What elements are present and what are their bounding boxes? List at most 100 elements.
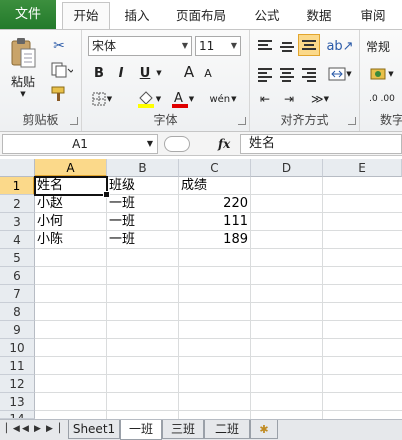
cell-c2[interactable]: 220	[179, 195, 250, 213]
next-sheet-icon[interactable]: ▶	[34, 424, 41, 434]
fill-bucket-icon	[137, 91, 154, 108]
splitter-handle[interactable]	[164, 136, 190, 152]
underline-dropdown[interactable]: ▼	[154, 66, 164, 80]
last-sheet-icon[interactable]: ▶▕	[46, 424, 60, 434]
cell-b4[interactable]: 一班	[107, 231, 178, 249]
tab-data[interactable]: 数据	[296, 3, 342, 29]
align-right-icon[interactable]	[302, 66, 316, 84]
orientation-button[interactable]: ab↗	[326, 36, 354, 56]
alignment-group: ab↗ ▼ ⇤ ⇥ ≫ ▼ 对齐方式	[250, 30, 360, 131]
sheet-tab-class-3[interactable]: 三班	[162, 420, 204, 439]
row-header-10[interactable]: 10	[0, 339, 35, 357]
cell-b1[interactable]: 班级	[107, 177, 178, 195]
format-painter-button[interactable]	[48, 84, 70, 104]
cell-a2[interactable]: 小赵	[35, 195, 106, 213]
row-header-8[interactable]: 8	[0, 303, 35, 321]
row-header-3[interactable]: 3	[0, 213, 35, 231]
grid-line	[322, 177, 323, 421]
wrap-text-icon: ≫	[311, 92, 324, 106]
decimal-button[interactable]: .0 .00	[364, 90, 400, 108]
row-header-12[interactable]: 12	[0, 375, 35, 393]
cell-c1[interactable]: 成绩	[179, 177, 250, 195]
fx-icon[interactable]: fx	[218, 135, 230, 154]
cell-a1[interactable]: 姓名	[35, 177, 106, 195]
select-all-corner[interactable]	[0, 159, 35, 177]
paste-label: 粘贴	[10, 74, 35, 89]
font-launcher-icon[interactable]	[238, 117, 246, 125]
align-bottom-icon	[302, 38, 316, 52]
ribbon: 粘贴 ▼ ✂ 剪贴板 宋体 ▼ 11 ▼ B I U ▼ A A ▼ ▼ A ▼…	[0, 29, 402, 132]
clipboard-launcher-icon[interactable]	[70, 117, 78, 125]
column-header-c[interactable]: C	[179, 159, 251, 177]
currency-button[interactable]: ▼	[366, 64, 398, 84]
column-header-a[interactable]: A	[35, 159, 107, 177]
chevron-down-icon: ▼	[20, 89, 26, 98]
number-format-select[interactable]: 常规	[366, 36, 402, 56]
tab-insert[interactable]: 插入	[114, 3, 160, 29]
shrink-font-button[interactable]: A	[200, 65, 216, 81]
bold-button[interactable]: B	[90, 64, 108, 82]
alignment-launcher-icon[interactable]	[348, 117, 356, 125]
prev-sheet-icon[interactable]: ◀	[22, 424, 29, 434]
border-button[interactable]: ▼	[90, 90, 114, 108]
align-top-icon[interactable]	[258, 38, 272, 52]
name-box[interactable]: A1 ▼	[2, 134, 158, 154]
grid-line	[35, 284, 402, 285]
font-size-select[interactable]: 11 ▼	[195, 36, 241, 56]
row-header-7[interactable]: 7	[0, 285, 35, 303]
tab-home[interactable]: 开始	[62, 2, 110, 30]
number-group-label: 数字	[380, 113, 402, 127]
tab-page-layout[interactable]: 页面布局	[168, 3, 234, 29]
phonetic-button[interactable]: wén ▼	[206, 88, 240, 110]
align-center-icon[interactable]	[280, 66, 294, 84]
row-header-13[interactable]: 13	[0, 393, 35, 411]
column-header-e[interactable]: E	[323, 159, 402, 177]
first-sheet-icon[interactable]: ▏◀	[6, 424, 20, 434]
format-painter-icon	[51, 86, 65, 101]
column-header-d[interactable]: D	[251, 159, 323, 177]
row-header-6[interactable]: 6	[0, 267, 35, 285]
align-bottom-button[interactable]	[298, 34, 320, 56]
decimal-icon: .0 .00	[369, 94, 395, 104]
italic-button[interactable]: I	[112, 64, 130, 82]
cell-b3[interactable]: 一班	[107, 213, 178, 231]
align-left-icon[interactable]	[258, 66, 272, 84]
tab-review[interactable]: 审阅	[350, 3, 396, 29]
font-name-select[interactable]: 宋体 ▼	[88, 36, 192, 56]
decrease-indent-button[interactable]: ⇤	[254, 90, 276, 108]
tab-formulas[interactable]: 公式	[244, 3, 290, 29]
font-color-icon: A	[171, 91, 188, 108]
grow-font-button[interactable]: A	[180, 62, 198, 82]
align-middle-icon[interactable]	[280, 40, 294, 54]
paste-button[interactable]: 粘贴 ▼	[6, 34, 40, 100]
insert-sheet-button[interactable]: ✱	[250, 420, 278, 439]
cell-a3[interactable]: 小何	[35, 213, 106, 231]
cut-button[interactable]: ✂	[48, 36, 70, 56]
increase-indent-button[interactable]: ⇥	[278, 90, 300, 108]
cell-c3[interactable]: 111	[179, 213, 250, 231]
sheet-tab-class-1[interactable]: 一班	[120, 420, 162, 440]
row-header-9[interactable]: 9	[0, 321, 35, 339]
row-header-14[interactable]: 14	[0, 411, 35, 419]
cell-b2[interactable]: 一班	[107, 195, 178, 213]
column-header-b[interactable]: B	[107, 159, 179, 177]
cell-a4[interactable]: 小陈	[35, 231, 106, 249]
row-header-5[interactable]: 5	[0, 249, 35, 267]
copy-button[interactable]	[48, 60, 76, 80]
scissors-icon: ✂	[53, 38, 65, 54]
orientation-icon: ab↗	[326, 38, 354, 54]
row-header-4[interactable]: 4	[0, 231, 35, 249]
tab-file[interactable]: 文件	[0, 0, 56, 29]
sheet-tab-class-2[interactable]: 二班	[204, 420, 250, 439]
sheet-tab-sheet1[interactable]: Sheet1	[68, 420, 120, 439]
fill-color-button[interactable]: ▼	[134, 88, 164, 110]
merge-center-button[interactable]: ▼	[326, 64, 354, 84]
row-header-2[interactable]: 2	[0, 195, 35, 213]
underline-button[interactable]: U	[136, 64, 154, 82]
row-header-1[interactable]: 1	[0, 177, 35, 195]
cell-c4[interactable]: 189	[179, 231, 250, 249]
font-color-button[interactable]: A ▼	[168, 88, 198, 110]
row-header-11[interactable]: 11	[0, 357, 35, 375]
formula-input[interactable]: 姓名	[240, 134, 402, 154]
wrap-text-button[interactable]: ≫ ▼	[306, 90, 334, 108]
